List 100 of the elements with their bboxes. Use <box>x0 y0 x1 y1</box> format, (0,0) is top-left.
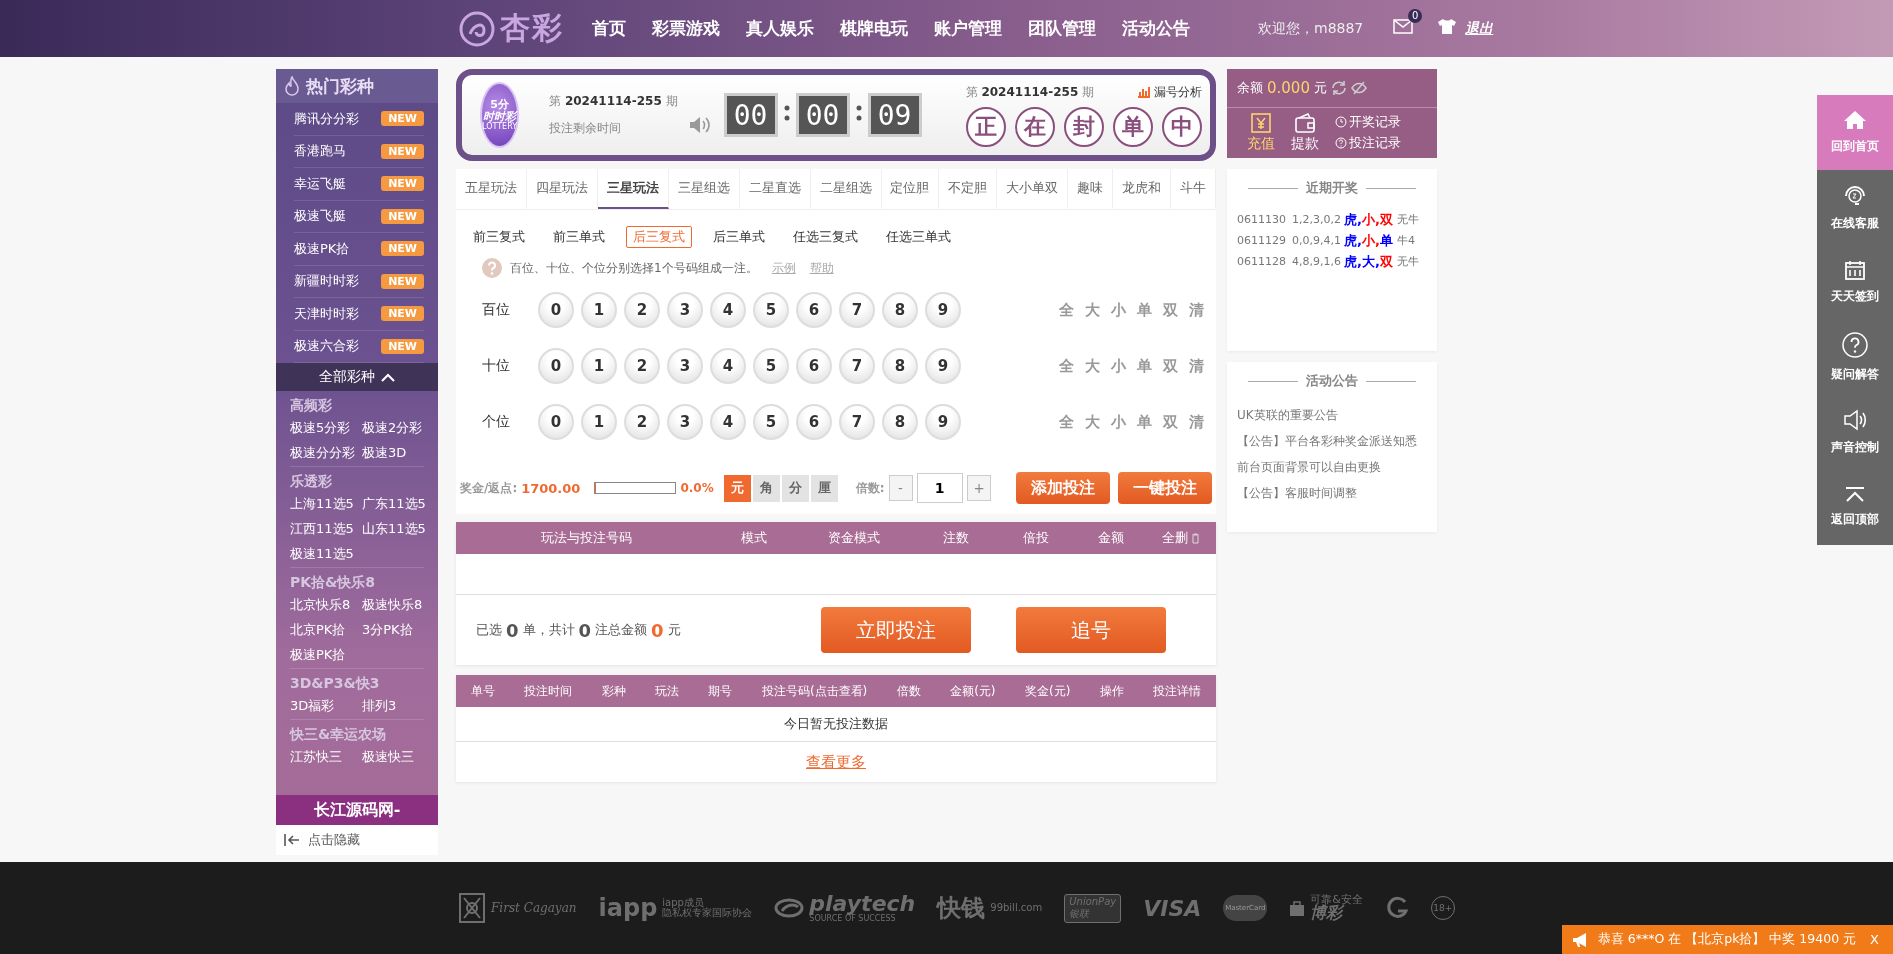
side-tool-button[interactable]: 疑问解答 <box>1817 320 1893 395</box>
analysis-link[interactable]: 漏号分析 <box>1136 83 1202 101</box>
account-action-button[interactable]: 提款 <box>1291 112 1319 153</box>
number-ball[interactable]: 8 <box>882 404 918 440</box>
unit-button[interactable]: 角 <box>752 474 780 502</box>
number-ball[interactable]: 1 <box>581 348 617 384</box>
side-tool-button[interactable]: 天天签到 <box>1817 245 1893 320</box>
sub-tab[interactable]: 任选三复式 <box>786 226 865 248</box>
plus-button[interactable]: + <box>966 475 991 501</box>
nav-link[interactable]: 账户管理 <box>934 17 1002 40</box>
lottery-link[interactable]: 极速3D <box>362 444 434 462</box>
lottery-link[interactable]: 北京PK拾 <box>290 621 362 639</box>
play-tab[interactable]: 四星玩法 <box>526 169 598 209</box>
all-lotteries-toggle[interactable]: 全部彩种 <box>276 363 438 391</box>
lottery-link[interactable]: 广东11选5 <box>362 495 434 513</box>
number-ball[interactable]: 3 <box>667 404 703 440</box>
number-ball[interactable]: 6 <box>796 292 832 328</box>
play-tab[interactable]: 五星玩法 <box>456 169 527 209</box>
quick-select-button[interactable]: 小 <box>1111 300 1126 320</box>
lottery-item[interactable]: 幸运飞艇 NEW <box>294 168 424 201</box>
quick-select-button[interactable]: 双 <box>1163 356 1178 376</box>
number-ball[interactable]: 8 <box>882 348 918 384</box>
place-bet-button[interactable]: 立即投注 <box>821 607 971 653</box>
number-ball[interactable]: 7 <box>839 348 875 384</box>
notice-link[interactable]: UK英联的重要公告 <box>1237 402 1427 428</box>
play-tab[interactable]: 二星组选 <box>810 169 882 209</box>
lottery-item[interactable]: 极速PK拾 NEW <box>294 233 424 266</box>
lottery-link[interactable]: 极速PK拾 <box>290 646 362 664</box>
number-ball[interactable]: 3 <box>667 292 703 328</box>
play-tab[interactable]: 三星组选 <box>668 169 740 209</box>
play-tab[interactable]: 三星玩法 <box>597 169 669 209</box>
nav-link[interactable]: 彩票游戏 <box>652 17 720 40</box>
hide-sidebar-button[interactable]: 点击隐藏 <box>276 825 438 855</box>
play-tab[interactable]: 趣味 <box>1068 169 1114 209</box>
play-tab[interactable]: 龙虎和 <box>1113 169 1172 209</box>
nav-link[interactable]: 活动公告 <box>1122 17 1190 40</box>
logo-text[interactable]: 杏彩 <box>500 8 564 49</box>
quick-select-button[interactable]: 双 <box>1163 412 1178 432</box>
number-ball[interactable]: 9 <box>925 292 961 328</box>
unit-button[interactable]: 元 <box>723 474 751 502</box>
sub-tab[interactable]: 任选三单式 <box>879 226 958 248</box>
lottery-item[interactable]: 腾讯分分彩 NEW <box>294 103 424 136</box>
number-ball[interactable]: 7 <box>839 292 875 328</box>
sub-tab[interactable]: 前三单式 <box>546 226 612 248</box>
side-tool-button[interactable]: 声音控制 <box>1817 395 1893 470</box>
sub-tab[interactable]: 前三复式 <box>466 226 532 248</box>
number-ball[interactable]: 9 <box>925 348 961 384</box>
lottery-link[interactable]: 江西11选5 <box>290 520 362 538</box>
lottery-link[interactable]: 极速5分彩 <box>290 419 362 437</box>
lottery-link[interactable]: 3分PK拾 <box>362 621 434 639</box>
side-tool-button[interactable]: 返回顶部 <box>1817 470 1893 545</box>
number-ball[interactable]: 8 <box>882 292 918 328</box>
nav-link[interactable]: 首页 <box>592 17 626 40</box>
lottery-link[interactable]: 极速快三 <box>362 748 434 766</box>
number-ball[interactable]: 9 <box>925 404 961 440</box>
number-ball[interactable]: 5 <box>753 348 789 384</box>
lottery-link[interactable]: 极速2分彩 <box>362 419 434 437</box>
notice-link[interactable]: 【公告】平台各彩种奖金派送知悉 <box>1237 428 1427 454</box>
number-ball[interactable]: 6 <box>796 404 832 440</box>
notice-link[interactable]: 【公告】客服时间调整 <box>1237 480 1427 506</box>
lottery-item[interactable]: 天津时时彩 NEW <box>294 298 424 331</box>
number-ball[interactable]: 5 <box>753 292 789 328</box>
number-ball[interactable]: 2 <box>624 404 660 440</box>
nav-link[interactable]: 真人娱乐 <box>746 17 814 40</box>
notice-link[interactable]: 前台页面背景可以自由更换 <box>1237 454 1427 480</box>
number-ball[interactable]: 0 <box>538 348 574 384</box>
side-tool-button[interactable]: 在线客服 <box>1817 170 1893 245</box>
record-link[interactable]: 投注记录 <box>1335 134 1401 152</box>
number-ball[interactable]: 2 <box>624 348 660 384</box>
quick-bet-button[interactable]: 一键投注 <box>1118 472 1212 504</box>
number-ball[interactable]: 0 <box>538 292 574 328</box>
nav-link[interactable]: 棋牌电玩 <box>840 17 908 40</box>
lottery-link[interactable]: 极速分分彩 <box>290 444 362 462</box>
play-tab[interactable]: 定位胆 <box>881 169 940 209</box>
play-tab[interactable]: 大小单双 <box>997 169 1069 209</box>
number-ball[interactable]: 1 <box>581 404 617 440</box>
lottery-link[interactable]: 江苏快三 <box>290 748 362 766</box>
play-tab[interactable]: 斗牛 <box>1171 169 1217 209</box>
sub-tab[interactable]: 后三单式 <box>706 226 772 248</box>
sub-tab[interactable]: 后三复式 <box>626 226 692 248</box>
play-tab[interactable]: 不定胆 <box>939 169 998 209</box>
multiple-field[interactable]: 1 <box>916 473 963 503</box>
number-ball[interactable]: 1 <box>581 292 617 328</box>
lottery-link[interactable]: 极速11选5 <box>290 545 362 563</box>
chase-number-button[interactable]: 追号 <box>1016 607 1166 653</box>
lottery-link[interactable]: 上海11选5 <box>290 495 362 513</box>
lottery-item[interactable]: 极速飞艇 NEW <box>294 200 424 233</box>
rebate-track[interactable] <box>594 482 677 494</box>
number-ball[interactable]: 3 <box>667 348 703 384</box>
nav-link[interactable]: 团队管理 <box>1028 17 1096 40</box>
number-ball[interactable]: 4 <box>710 404 746 440</box>
lottery-link[interactable]: 极速快乐8 <box>362 596 434 614</box>
quick-select-button[interactable]: 双 <box>1163 300 1178 320</box>
lottery-link[interactable]: 山东11选5 <box>362 520 434 538</box>
unit-button[interactable]: 厘 <box>810 474 838 502</box>
quick-select-button[interactable]: 小 <box>1111 356 1126 376</box>
lottery-item[interactable]: 新疆时时彩 NEW <box>294 265 424 298</box>
logout-link[interactable]: 退出 <box>1465 19 1494 38</box>
lottery-item[interactable]: 香港跑马 NEW <box>294 135 424 168</box>
clear-all-button[interactable]: 全删 <box>1146 529 1216 547</box>
